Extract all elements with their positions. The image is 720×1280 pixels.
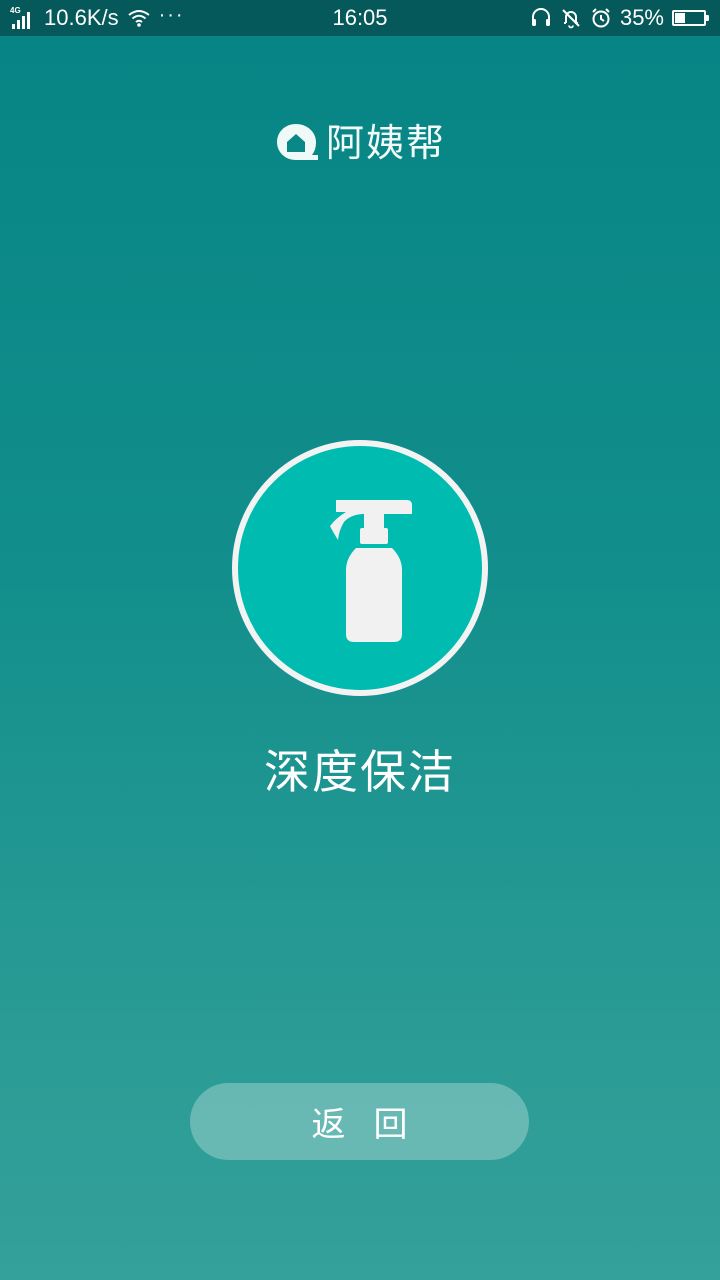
logo-text: 阿姨帮 [325, 121, 446, 165]
mute-bell-icon [562, 9, 580, 29]
more-notifications-icon: ··· [158, 3, 185, 26]
battery-level-fill [675, 13, 685, 23]
battery-icon [672, 10, 709, 26]
status-bar-right: 35% [530, 0, 710, 36]
status-bar-left: 4G 10.6K/s ··· [10, 0, 185, 36]
app-logo: 阿姨帮 [0, 118, 720, 168]
spray-bottle-icon [330, 500, 412, 642]
signal-icon: 4G [10, 7, 36, 29]
service-icon-circle [232, 440, 488, 696]
service-title: 深度保洁 [264, 745, 456, 799]
wifi-icon [127, 10, 150, 27]
network-speed: 10.6K/s [44, 5, 119, 30]
alarm-icon [592, 8, 610, 28]
clock: 16:05 [332, 5, 388, 30]
back-button[interactable]: 返回 [190, 1083, 529, 1160]
battery-percent: 35% [619, 5, 664, 30]
status-bar: 4G 10.6K/s ··· 16:05 35% [0, 0, 720, 36]
home-logo-icon [276, 124, 318, 160]
headset-icon [531, 8, 550, 26]
back-button-label: 返回 [311, 1105, 436, 1145]
